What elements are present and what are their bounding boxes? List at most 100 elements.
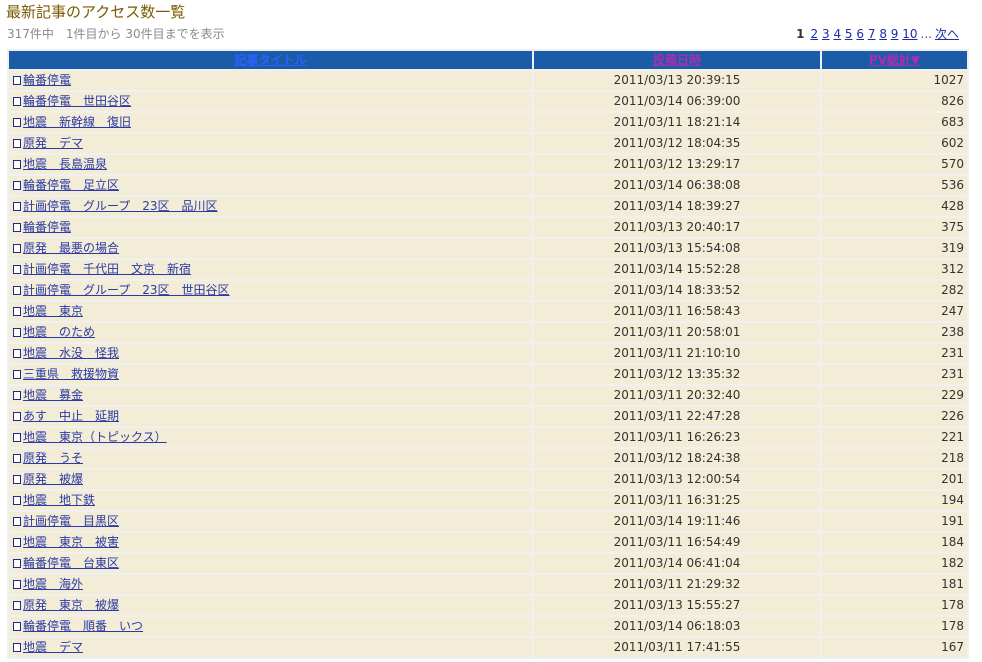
article-title-link[interactable]: 輪番停電 足立区 — [23, 178, 119, 192]
page-link-5[interactable]: 5 — [845, 27, 853, 41]
article-title-link[interactable]: 原発 デマ — [23, 136, 83, 150]
article-title-link[interactable]: 計画停電 目黒区 — [23, 514, 119, 528]
pv-total-cell: 231 — [822, 365, 967, 384]
pv-total-cell: 231 — [822, 344, 967, 363]
page-icon — [13, 580, 21, 589]
article-title-link[interactable]: 地震 東京（トピックス） — [23, 430, 167, 444]
article-title-link[interactable]: 地震 新幹線 復旧 — [23, 115, 131, 129]
article-title-cell: 原発 東京 被爆 — [9, 596, 532, 615]
pv-total-cell: 683 — [822, 113, 967, 132]
article-title-cell: 輪番停電 足立区 — [9, 176, 532, 195]
table-row: 計画停電 グループ 23区 世田谷区 2011/03/14 18:33:52 282 — [9, 281, 967, 300]
article-title-link[interactable]: 輪番停電 — [23, 220, 71, 234]
pv-total-cell: 428 — [822, 197, 967, 216]
article-title-cell: 輪番停電 — [9, 71, 532, 90]
post-date-cell: 2011/03/14 18:39:27 — [534, 197, 820, 216]
table-row: 地震 東京（トピックス） 2011/03/11 16:26:23 221 — [9, 428, 967, 447]
table-row: 地震 海外 2011/03/11 21:29:32 181 — [9, 575, 967, 594]
article-title-link[interactable]: あす 中止 延期 — [23, 409, 119, 423]
article-title-cell: 原発 デマ — [9, 134, 532, 153]
page-icon — [13, 391, 21, 400]
next-page-link[interactable]: 次へ — [935, 27, 959, 41]
article-title-link[interactable]: 地震 東京 被害 — [23, 535, 119, 549]
article-title-link[interactable]: 地震 地下鉄 — [23, 493, 95, 507]
table-row: 輪番停電 台東区 2011/03/14 06:41:04 182 — [9, 554, 967, 573]
page-title: 最新記事のアクセス数一覧 — [6, 3, 186, 21]
article-title-link[interactable]: 原発 東京 被爆 — [23, 598, 119, 612]
page-link-6[interactable]: 6 — [856, 27, 864, 41]
post-date-cell: 2011/03/11 21:29:32 — [534, 575, 820, 594]
table-row: 輪番停電 2011/03/13 20:39:15 1027 — [9, 71, 967, 90]
article-title-link[interactable]: 地震 長島温泉 — [23, 157, 107, 171]
post-date-cell: 2011/03/12 18:04:35 — [534, 134, 820, 153]
article-title-link[interactable]: 地震 のため — [23, 325, 95, 339]
pv-total-cell: 221 — [822, 428, 967, 447]
article-title-link[interactable]: 輪番停電 順番 いつ — [23, 619, 143, 633]
article-title-link[interactable]: 三重県 救援物資 — [23, 367, 119, 381]
article-title-cell: 輪番停電 台東区 — [9, 554, 532, 573]
post-date-cell: 2011/03/12 13:35:32 — [534, 365, 820, 384]
sort-by-pv-link[interactable]: PV総計▼ — [869, 53, 920, 67]
table-body: 輪番停電 2011/03/13 20:39:15 1027 輪番停電 世田谷区 2011… — [9, 71, 967, 657]
article-title-cell: 地震 東京 被害 — [9, 533, 532, 552]
article-title-link[interactable]: 原発 最悪の場合 — [23, 241, 119, 255]
page-icon — [13, 181, 21, 190]
table-row: 原発 デマ 2011/03/12 18:04:35 602 — [9, 134, 967, 153]
article-title-link[interactable]: 原発 被爆 — [23, 472, 83, 486]
page-link-7[interactable]: 7 — [868, 27, 876, 41]
article-title-cell: 計画停電 千代田 文京 新宿 — [9, 260, 532, 279]
article-title-link[interactable]: 輪番停電 台東区 — [23, 556, 119, 570]
table-row: あす 中止 延期 2011/03/11 22:47:28 226 — [9, 407, 967, 426]
article-title-link[interactable]: 原発 うそ — [23, 451, 83, 465]
pv-total-cell: 191 — [822, 512, 967, 531]
page-icon — [13, 223, 21, 232]
page-icon — [13, 97, 21, 106]
post-date-cell: 2011/03/14 18:33:52 — [534, 281, 820, 300]
article-title-link[interactable]: 輪番停電 世田谷区 — [23, 94, 131, 108]
header-title: 記事タイトル — [9, 51, 532, 69]
article-title-link[interactable]: 輪番停電 — [23, 73, 71, 87]
page-link-10[interactable]: 10 — [902, 27, 917, 41]
pv-total-cell: 375 — [822, 218, 967, 237]
article-title-link[interactable]: 地震 東京 — [23, 304, 83, 318]
article-title-link[interactable]: 計画停電 グループ 23区 品川区 — [23, 199, 218, 213]
article-title-cell: 地震 東京 — [9, 302, 532, 321]
pv-total-cell: 178 — [822, 596, 967, 615]
page-link-9[interactable]: 9 — [891, 27, 899, 41]
article-title-cell: 計画停電 グループ 23区 世田谷区 — [9, 281, 532, 300]
sort-by-title-link[interactable]: 記事タイトル — [234, 53, 306, 67]
sort-by-date-link[interactable]: 投稿日時 — [653, 53, 701, 67]
pv-total-cell: 826 — [822, 92, 967, 111]
article-title-cell: 地震 水没 怪我 — [9, 344, 532, 363]
post-date-cell: 2011/03/11 20:58:01 — [534, 323, 820, 342]
article-title-cell: 地震 長島温泉 — [9, 155, 532, 174]
article-title-link[interactable]: 地震 水没 怪我 — [23, 346, 119, 360]
post-date-cell: 2011/03/11 16:31:25 — [534, 491, 820, 510]
post-date-cell: 2011/03/14 19:11:46 — [534, 512, 820, 531]
result-summary: 317件中 1件目から 30件目までを表示 — [7, 27, 225, 41]
article-title-link[interactable]: 地震 募金 — [23, 388, 83, 402]
article-title-cell: 輪番停電 順番 いつ — [9, 617, 532, 636]
page-icon — [13, 349, 21, 358]
page-icon — [13, 265, 21, 274]
page-icon — [13, 559, 21, 568]
article-title-cell: あす 中止 延期 — [9, 407, 532, 426]
article-title-link[interactable]: 計画停電 グループ 23区 世田谷区 — [23, 283, 230, 297]
post-date-cell: 2011/03/13 20:39:15 — [534, 71, 820, 90]
page-icon — [13, 370, 21, 379]
table-row: 地震 地下鉄 2011/03/11 16:31:25 194 — [9, 491, 967, 510]
page-link-3[interactable]: 3 — [822, 27, 830, 41]
page-link-8[interactable]: 8 — [879, 27, 887, 41]
current-page: 1 — [796, 27, 805, 41]
article-title-link[interactable]: 計画停電 千代田 文京 新宿 — [23, 262, 191, 276]
page-link-4[interactable]: 4 — [833, 27, 841, 41]
article-title-cell: 地震 東京（トピックス） — [9, 428, 532, 447]
article-title-link[interactable]: 地震 海外 — [23, 577, 83, 591]
article-title-link[interactable]: 地震 デマ — [23, 640, 83, 654]
header-date: 投稿日時 — [534, 51, 820, 69]
page-link-2[interactable]: 2 — [811, 27, 819, 41]
page-icon — [13, 286, 21, 295]
table-row: 輪番停電 世田谷区 2011/03/14 06:39:00 826 — [9, 92, 967, 111]
table-row: 地震 水没 怪我 2011/03/11 21:10:10 231 — [9, 344, 967, 363]
pv-total-cell: 229 — [822, 386, 967, 405]
